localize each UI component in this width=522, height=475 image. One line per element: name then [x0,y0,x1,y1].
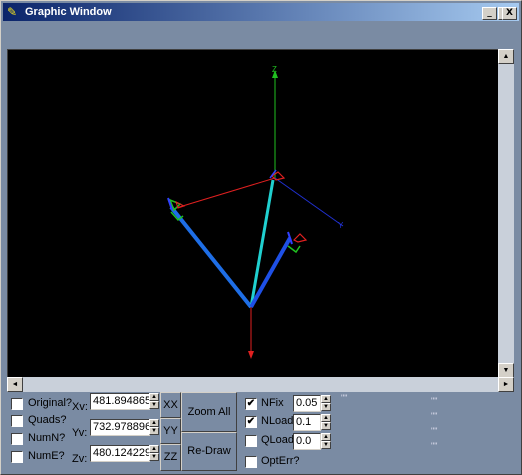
yv-spin-up-icon[interactable]: ▲ [149,419,159,427]
nload-spin-up-icon[interactable]: ▲ [321,414,331,422]
zoom-all-button[interactable]: Zoom All [181,392,237,432]
quads-checkbox[interactable] [11,415,23,427]
quads-label: Quads? [28,414,67,426]
nfix-field[interactable]: 0.05 [293,395,321,412]
opterr-checkbox[interactable] [245,456,257,468]
right-node-triad [287,245,301,254]
x-axis-line [175,177,276,209]
graphics-canvas[interactable]: Z Y [8,50,498,377]
original-checkbox[interactable] [11,398,23,410]
opterr-label: OptErr? [261,455,300,467]
y-axis-line [274,177,344,227]
yv-label: Yv: [72,427,88,439]
numn-checkbox[interactable] [11,433,23,445]
load-arrowhead [248,351,254,359]
minimize-button[interactable]: _ [482,7,497,20]
original-label: Original? [28,397,73,409]
numn-label: NumN? [28,432,66,444]
horizontal-scrollbar[interactable]: ◄ ► [7,377,514,392]
view-xx-button[interactable]: XX [160,392,181,418]
scroll-left-button[interactable]: ◄ [7,377,23,392]
nfix-spin-up-icon[interactable]: ▲ [321,395,331,403]
view-zz-button[interactable]: ZZ [160,444,181,471]
title-bar[interactable]: ✎ Graphic Window _ □ [3,3,519,21]
nfix-spin-down-icon[interactable]: ▼ [321,403,331,411]
qload-checkbox[interactable] [245,435,257,447]
zv-label: Zv: [72,453,88,465]
quote-mark-4: "" [431,426,438,436]
nload-spin-down-icon[interactable]: ▼ [321,422,331,430]
xv-field[interactable]: 481.894865 [90,393,150,410]
yv-field[interactable]: 732.978896 [90,419,150,436]
yv-spinner[interactable]: ▲ ▼ [149,419,159,436]
qload-spin-up-icon[interactable]: ▲ [321,433,331,441]
zv-spin-up-icon[interactable]: ▲ [149,445,159,453]
nfix-label: NFix [261,397,284,409]
nume-label: NumE? [28,450,65,462]
yv-spin-down-icon[interactable]: ▼ [149,427,159,435]
nume-checkbox[interactable] [11,451,23,463]
redraw-button[interactable]: Re-Draw [181,432,237,471]
scroll-up-button[interactable]: ▲ [498,49,514,64]
view-yy-button[interactable]: YY [160,418,181,444]
graphic-window: ✎ Graphic Window _ □ X Z Y [0,0,522,475]
feather-icon: ✎ [7,5,18,19]
zv-spinner[interactable]: ▲ ▼ [149,445,159,462]
nload-label: NLoad [261,415,294,427]
scroll-right-button[interactable]: ► [498,377,514,392]
close-button[interactable]: X [502,7,517,20]
zv-spin-down-icon[interactable]: ▼ [149,453,159,461]
xv-spinner[interactable]: ▲ ▼ [149,393,159,410]
z-axis-label: Z [272,65,277,74]
nfix-checkbox[interactable]: ✔ [245,398,257,410]
xv-spin-down-icon[interactable]: ▼ [149,401,159,409]
model-view: Z Y [167,65,344,359]
member-left [169,205,253,309]
xv-spin-up-icon[interactable]: ▲ [149,393,159,401]
quote-mark-5: "" [431,441,438,451]
menu-strip [3,22,519,42]
window-title: Graphic Window [25,6,112,18]
xv-label: Xv: [72,401,88,413]
y-axis-label: Y [338,221,344,230]
nfix-spinner[interactable]: ▲ ▼ [321,395,331,412]
qload-spinner[interactable]: ▲ ▼ [321,433,331,450]
qload-field[interactable]: 0.0 [293,433,321,450]
quote-mark-1: "" [341,393,348,403]
vertical-scrollbar[interactable]: ▲ ▼ [498,49,514,378]
qload-label: QLoad [261,434,295,446]
right-node-red-marker [292,233,308,243]
nload-field[interactable]: 0.1 [293,414,321,431]
nload-spinner[interactable]: ▲ ▼ [321,414,331,431]
nload-checkbox[interactable]: ✔ [245,416,257,428]
quote-mark-2: "" [431,396,438,406]
qload-spin-down-icon[interactable]: ▼ [321,441,331,449]
quote-mark-3: "" [431,411,438,421]
scroll-down-button[interactable]: ▼ [498,363,514,378]
zv-field[interactable]: 480.124229 [90,445,150,462]
